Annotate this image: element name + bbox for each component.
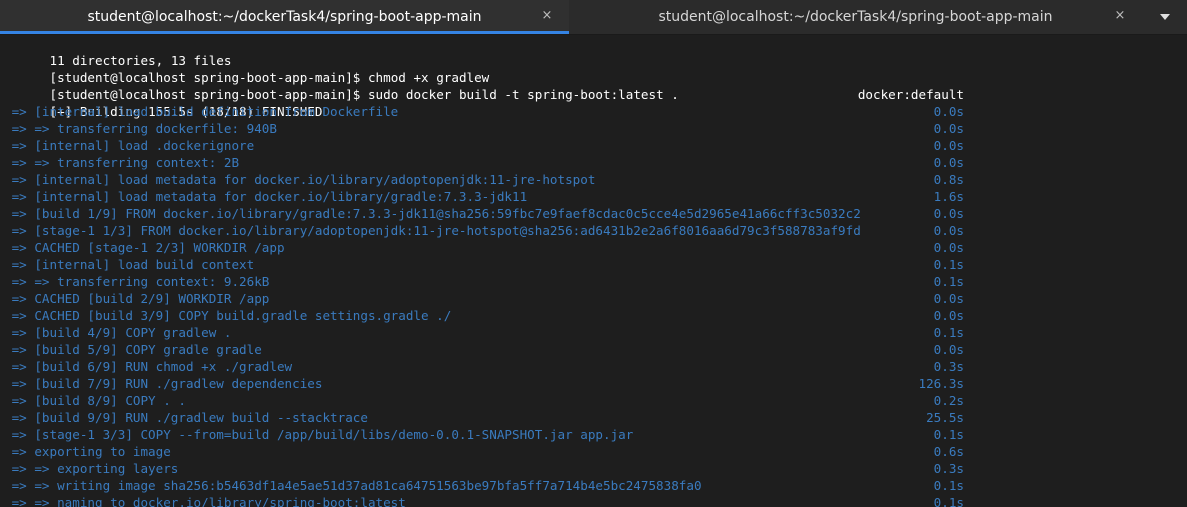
build-step-time: 0.0s	[933, 308, 964, 323]
build-step-time: 0.0s	[933, 155, 964, 170]
build-step-text: => [build 8/9] COPY . .	[4, 393, 186, 408]
terminal-prompt-line: [student@localhost spring-boot-app-main]…	[4, 52, 964, 85]
build-step-line: => [internal] load metadata for docker.i…	[4, 171, 964, 188]
build-step-text: => => transferring dockerfile: 940B	[4, 121, 277, 136]
build-step-line: => [build 6/9] RUN chmod +x ./gradlew 0.3…	[4, 358, 964, 375]
build-step-time: 0.0s	[933, 240, 964, 255]
build-step-line: => [stage-1 3/3] COPY --from=build /app/…	[4, 426, 964, 443]
build-step-line: => => transferring context: 9.26kB 0.1s	[4, 273, 964, 290]
tab-menu-button[interactable]	[1142, 0, 1187, 34]
build-step-time: 0.0s	[933, 104, 964, 119]
build-step-time: 0.0s	[933, 138, 964, 153]
build-step-line: => [build 4/9] COPY gradlew . 0.1s	[4, 324, 964, 341]
build-step-text: => [stage-1 1/3] FROM docker.io/library/…	[4, 223, 861, 238]
build-step-text: => [internal] load build context	[4, 257, 255, 272]
build-step-line: => [build 8/9] COPY . . 0.2s	[4, 392, 964, 409]
build-step-text: => => naming to docker.io/library/spring…	[4, 495, 406, 507]
build-step-time: 0.0s	[933, 342, 964, 357]
build-context-name: docker:default	[857, 87, 964, 102]
build-step-time: 0.1s	[933, 274, 964, 289]
terminal-line: 11 directories, 13 files	[4, 35, 964, 68]
tab-terminal-1[interactable]: student@localhost:~/dockerTask4/spring-b…	[0, 0, 569, 34]
build-step-time: 0.0s	[933, 206, 964, 221]
build-step-text: => [internal] load .dockerignore	[4, 138, 255, 153]
build-step-time: 0.1s	[933, 495, 964, 507]
build-step-time: 0.0s	[933, 223, 964, 238]
build-step-time: 0.1s	[933, 325, 964, 340]
build-step-line: => CACHED [build 2/9] WORKDIR /app 0.0s	[4, 290, 964, 307]
build-step-text: => [build 4/9] COPY gradlew .	[4, 325, 232, 340]
build-step-text: => [build 6/9] RUN chmod +x ./gradlew	[4, 359, 293, 374]
build-step-line: => CACHED [build 3/9] COPY build.gradle …	[4, 307, 964, 324]
build-step-line: => exporting to image 0.6s	[4, 443, 964, 460]
build-step-time: 0.3s	[933, 359, 964, 374]
build-step-line: => CACHED [stage-1 2/3] WORKDIR /app 0.0s	[4, 239, 964, 256]
build-step-line: => [internal] load .dockerignore 0.0s	[4, 137, 964, 154]
tab-title: student@localhost:~/dockerTask4/spring-b…	[658, 9, 1053, 25]
build-step-text: => [build 7/9] RUN ./gradlew dependencie…	[4, 376, 323, 391]
build-step-line: => [internal] load build context 0.1s	[4, 256, 964, 273]
build-step-text: => [internal] load metadata for docker.i…	[4, 189, 528, 204]
build-step-text: => => transferring context: 2B	[4, 155, 240, 170]
build-step-text: => CACHED [build 2/9] WORKDIR /app	[4, 291, 270, 306]
tab-terminal-2[interactable]: student@localhost:~/dockerTask4/spring-b…	[569, 0, 1142, 34]
build-step-time: 0.2s	[933, 393, 964, 408]
build-step-line: => [internal] load metadata for docker.i…	[4, 188, 964, 205]
build-step-line: => [build 5/9] COPY gradle gradle 0.0s	[4, 341, 964, 358]
terminal-prompt-line: [student@localhost spring-boot-app-main]…	[4, 69, 964, 102]
build-step-time: 25.5s	[926, 410, 964, 425]
tab-bar: student@localhost:~/dockerTask4/spring-b…	[0, 0, 1187, 35]
build-step-time: 0.6s	[933, 444, 964, 459]
chevron-down-icon	[1159, 14, 1170, 20]
close-icon[interactable]: ×	[539, 8, 555, 24]
build-step-text: => CACHED [stage-1 2/3] WORKDIR /app	[4, 240, 285, 255]
build-step-line: => [stage-1 1/3] FROM docker.io/library/…	[4, 222, 964, 239]
build-step-line: => => naming to docker.io/library/spring…	[4, 494, 964, 507]
tab-title: student@localhost:~/dockerTask4/spring-b…	[87, 9, 482, 25]
build-step-time: 0.1s	[933, 478, 964, 493]
build-step-time: 0.0s	[933, 291, 964, 306]
terminal-output[interactable]: 11 directories, 13 files [student@localh…	[0, 35, 1187, 507]
build-step-time: 1.6s	[933, 189, 964, 204]
build-step-time: 0.1s	[933, 257, 964, 272]
build-step-line: => [build 7/9] RUN ./gradlew dependencie…	[4, 375, 964, 392]
build-step-line: => => transferring dockerfile: 940B 0.0s	[4, 120, 964, 137]
build-step-line: => => exporting layers 0.3s	[4, 460, 964, 477]
build-step-text: => => exporting layers	[4, 461, 179, 476]
build-step-time: 0.1s	[933, 427, 964, 442]
build-steps: => [internal] load build definition from…	[4, 103, 1187, 507]
build-step-text: => exporting to image	[4, 444, 171, 459]
build-step-text: => CACHED [build 3/9] COPY build.gradle …	[4, 308, 452, 323]
build-step-time: 0.3s	[933, 461, 964, 476]
terminal-window: student@localhost:~/dockerTask4/spring-b…	[0, 0, 1187, 507]
build-step-line: => [build 1/9] FROM docker.io/library/gr…	[4, 205, 964, 222]
build-step-time: 126.3s	[918, 376, 965, 391]
build-step-line: => [build 9/9] RUN ./gradlew build --sta…	[4, 409, 964, 426]
build-header-line: [+] Building 155.5s (18/18) FINISHED doc…	[4, 86, 965, 119]
build-step-text: => [build 5/9] COPY gradle gradle	[4, 342, 262, 357]
build-step-time: 0.8s	[933, 172, 964, 187]
build-step-line: => [internal] load build definition from…	[4, 103, 964, 120]
build-step-text: => => transferring context: 9.26kB	[4, 274, 270, 289]
build-step-line: => => transferring context: 2B 0.0s	[4, 154, 964, 171]
build-step-text: => [stage-1 3/3] COPY --from=build /app/…	[4, 427, 634, 442]
build-step-text: => [internal] load build definition from…	[4, 104, 399, 119]
build-step-line: => => writing image sha256:b5463df1a4e5a…	[4, 477, 964, 494]
build-step-text: => [build 1/9] FROM docker.io/library/gr…	[4, 206, 861, 221]
build-step-text: => [build 9/9] RUN ./gradlew build --sta…	[4, 410, 368, 425]
build-step-time: 0.0s	[933, 121, 964, 136]
close-icon[interactable]: ×	[1112, 8, 1128, 24]
build-step-text: => [internal] load metadata for docker.i…	[4, 172, 596, 187]
build-step-text: => => writing image sha256:b5463df1a4e5a…	[4, 478, 702, 493]
